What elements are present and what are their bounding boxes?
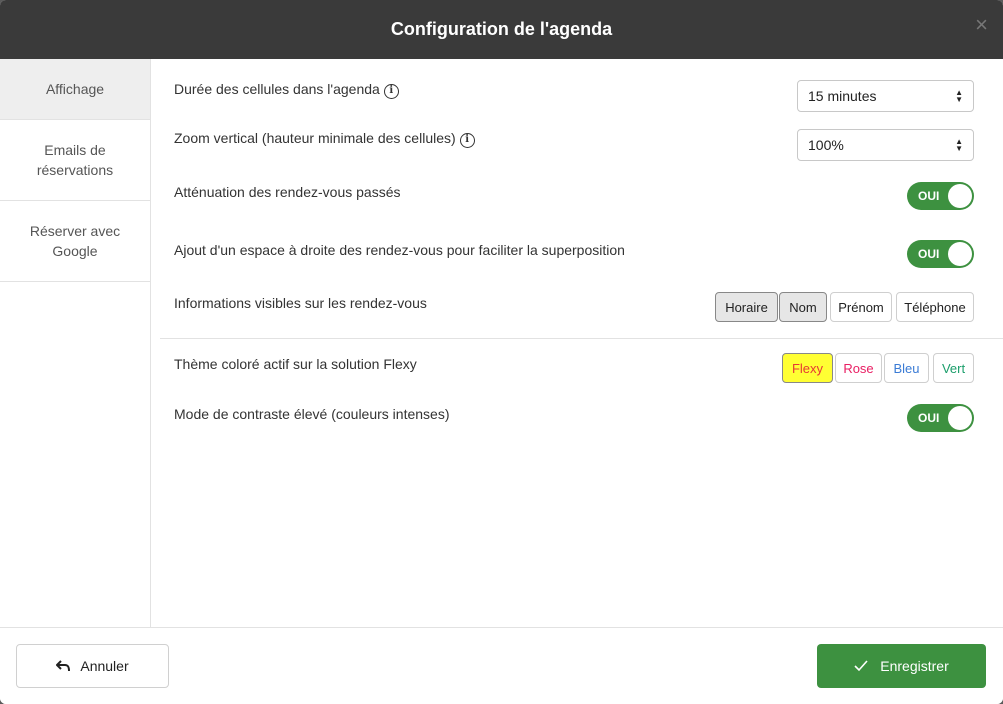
sidebar-item-label: Affichage (45, 81, 105, 97)
select-arrows-icon: ▲ ▼ (955, 88, 963, 104)
undo-arrow-icon (56, 660, 71, 672)
dialog-footer: Annuler Enregistrer (0, 627, 1003, 704)
theme-rose[interactable]: Rose (835, 353, 882, 383)
save-label: Enregistrer (880, 658, 949, 674)
visible-info-telephone[interactable]: Téléphone (896, 292, 974, 322)
toggle-knob (948, 242, 972, 266)
visible-info-label: Informations visibles sur les rendez-vou… (174, 295, 427, 311)
settings-panel: Durée des cellules dans l'agenda i 15 min… (151, 59, 1003, 627)
theme-flexy[interactable]: Flexy (782, 353, 833, 383)
sidebar-item-affichage[interactable]: Affichage (0, 59, 150, 120)
visible-info-prenom[interactable]: Prénom (830, 292, 892, 322)
sidebar-item-google[interactable]: Réserver avec Google (0, 201, 150, 282)
toggle-label: OUI (918, 411, 940, 425)
high-contrast-label: Mode de contraste élevé (couleurs intens… (174, 406, 450, 422)
vertical-zoom-value: 100% (808, 137, 844, 153)
toggle-label: OUI (918, 189, 940, 203)
sidebar-item-label: Emails de réservations (36, 142, 114, 178)
cell-duration-select[interactable]: 15 minutes ▲ ▼ (797, 80, 974, 112)
close-icon[interactable]: × (975, 14, 988, 36)
sidebar-item-emails[interactable]: Emails de réservations (0, 120, 150, 201)
toggle-label: OUI (918, 247, 940, 261)
sidebar-item-label: Réserver avec Google (29, 223, 121, 259)
cell-duration-text: Durée des cellules dans l'agenda (174, 81, 380, 97)
theme-label: Thème coloré actif sur la solution Flexy (174, 356, 417, 372)
cell-duration-value: 15 minutes (808, 88, 877, 104)
vertical-zoom-label: Zoom vertical (hauteur minimale des cell… (174, 130, 475, 148)
cancel-label: Annuler (80, 658, 129, 674)
vertical-zoom-select[interactable]: 100% ▲ ▼ (797, 129, 974, 161)
theme-vert[interactable]: Vert (933, 353, 974, 383)
info-icon[interactable]: i (459, 133, 475, 148)
cancel-button[interactable]: Annuler (16, 644, 169, 688)
info-icon[interactable]: i (383, 84, 399, 99)
visible-info-nom[interactable]: Nom (779, 292, 827, 322)
toggle-knob (948, 184, 972, 208)
dialog-header: Configuration de l'agenda × (0, 0, 1003, 59)
high-contrast-toggle[interactable]: OUI (907, 404, 974, 432)
dialog-title: Configuration de l'agenda (390, 19, 613, 39)
cell-duration-label: Durée des cellules dans l'agenda i (174, 81, 399, 99)
attenuation-toggle[interactable]: OUI (907, 182, 974, 210)
right-space-toggle[interactable]: OUI (907, 240, 974, 268)
divider (160, 338, 1003, 339)
settings-dialog: Configuration de l'agenda × Affichage Em… (0, 0, 1003, 704)
select-arrows-icon: ▲ ▼ (955, 137, 963, 153)
attenuation-label: Atténuation des rendez-vous passés (174, 184, 401, 200)
visible-info-horaire[interactable]: Horaire (715, 292, 778, 322)
save-button[interactable]: Enregistrer (817, 644, 986, 688)
vertical-zoom-text: Zoom vertical (hauteur minimale des cell… (174, 130, 456, 146)
right-space-label: Ajout d'un espace à droite des rendez-vo… (174, 242, 625, 258)
check-icon (854, 660, 868, 672)
sidebar: Affichage Emails de réservations Réserve… (0, 59, 151, 627)
toggle-knob (948, 406, 972, 430)
theme-bleu[interactable]: Bleu (884, 353, 929, 383)
